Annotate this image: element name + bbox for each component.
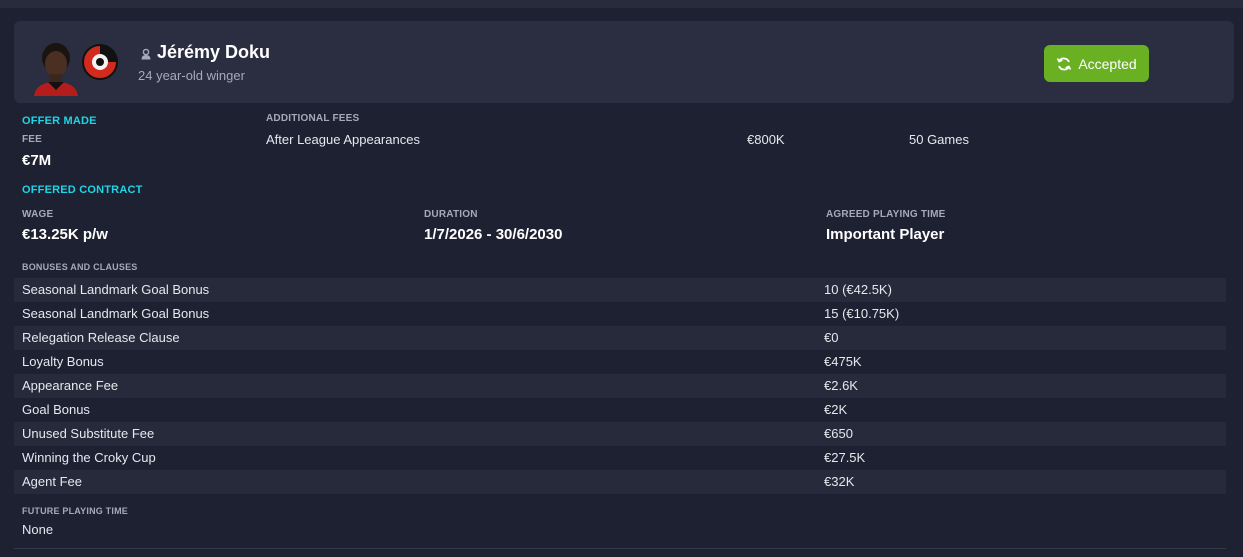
person-icon <box>140 47 152 60</box>
divider <box>14 548 1226 549</box>
player-name[interactable]: Jérémy Doku <box>157 42 270 63</box>
table-row: Relegation Release Clause €0 <box>14 326 1226 350</box>
table-row: Winning the Croky Cup €27.5K <box>14 446 1226 470</box>
playing-time-value: Important Player <box>826 226 945 243</box>
bonus-name: Seasonal Landmark Goal Bonus <box>22 282 210 297</box>
additional-fees-label: ADDITIONAL FEES <box>266 113 360 124</box>
bonuses-label: BONUSES AND CLAUSES <box>22 262 138 272</box>
offered-contract-title: OFFERED CONTRACT <box>22 184 143 196</box>
bonus-value: €650 <box>824 426 853 441</box>
contract-offer-view: Jérémy Doku 24 year-old winger Accepted … <box>0 0 1243 557</box>
wage-label: WAGE <box>22 209 54 220</box>
bonus-name: Winning the Croky Cup <box>22 450 156 465</box>
status-accepted-button[interactable]: Accepted <box>1044 45 1149 82</box>
bonus-value: €32K <box>824 474 855 489</box>
additional-fee-name: After League Appearances <box>266 132 420 147</box>
table-row: Seasonal Landmark Goal Bonus 15 (€10.75K… <box>14 302 1226 326</box>
bonus-value: 10 (€42.5K) <box>824 282 892 297</box>
playing-time-label: AGREED PLAYING TIME <box>826 209 946 220</box>
player-description: 24 year-old winger <box>138 68 245 83</box>
bonus-name: Relegation Release Clause <box>22 330 180 345</box>
table-row: Goal Bonus €2K <box>14 398 1226 422</box>
bonus-value: €27.5K <box>824 450 866 465</box>
table-row: Unused Substitute Fee €650 <box>14 422 1226 446</box>
top-strip <box>0 0 1243 8</box>
status-label: Accepted <box>1078 55 1137 72</box>
fee-value: €7M <box>22 152 52 169</box>
bonus-value: €2.6K <box>824 378 858 393</box>
offer-made-title: OFFER MADE <box>22 115 97 127</box>
bonus-name: Appearance Fee <box>22 378 119 393</box>
bonus-name: Agent Fee <box>22 474 82 489</box>
bonus-name: Unused Substitute Fee <box>22 426 155 441</box>
duration-label: DURATION <box>424 209 478 220</box>
bonus-value: €0 <box>824 330 839 345</box>
bonus-value: €2K <box>824 402 848 417</box>
bonus-name: Seasonal Landmark Goal Bonus <box>22 306 210 321</box>
additional-fee-amount: €800K <box>747 132 785 147</box>
table-row: Agent Fee €32K <box>14 470 1226 494</box>
bonus-value: €475K <box>824 354 862 369</box>
fee-label: FEE <box>22 134 43 145</box>
club-badge-icon[interactable] <box>82 42 118 84</box>
additional-fee-condition: 50 Games <box>909 132 969 147</box>
bonus-name: Goal Bonus <box>22 402 90 417</box>
table-row: Seasonal Landmark Goal Bonus 10 (€42.5K) <box>14 278 1226 302</box>
player-avatar[interactable] <box>32 38 80 96</box>
bonus-name: Loyalty Bonus <box>22 354 104 369</box>
table-row: Appearance Fee €2.6K <box>14 374 1226 398</box>
table-row: Loyalty Bonus €475K <box>14 350 1226 374</box>
future-playing-time-value: None <box>22 522 54 537</box>
refresh-icon <box>1057 57 1072 70</box>
duration-value: 1/7/2026 - 30/6/2030 <box>424 226 563 243</box>
future-playing-time-label: FUTURE PLAYING TIME <box>22 506 128 516</box>
bonus-value: 15 (€10.75K) <box>824 306 900 321</box>
wage-value: €13.25K p/w <box>22 226 108 243</box>
